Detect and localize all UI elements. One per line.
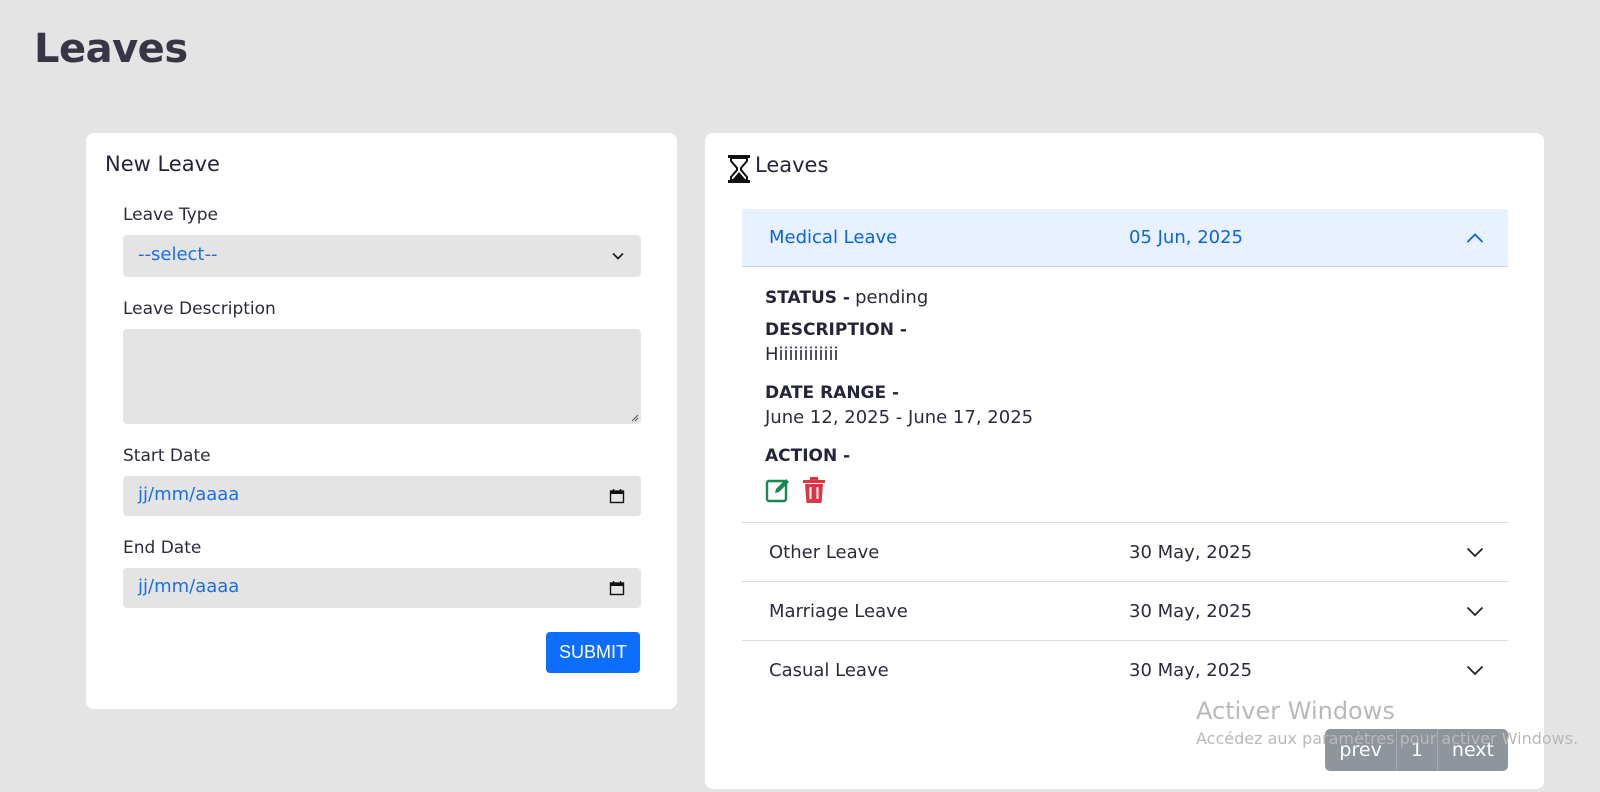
description-value: Hiiiiiiiiiiii [765,344,839,365]
leave-type: Other Leave [769,541,880,563]
new-leave-title: New Leave [105,152,220,176]
new-leave-form: Leave Type --select-- Leave Description … [123,205,641,630]
leaves-accordion: Medical Leave 05 Jun, 2025 STATUS - pend… [742,209,1508,700]
leave-description-textarea[interactable] [123,329,641,424]
chevron-down-icon [612,252,624,260]
leave-date: 30 May, 2025 [1129,660,1253,681]
status-label: STATUS - [765,288,850,308]
action-block: ACTION - [765,446,1485,504]
date-range-block: DATE RANGE - June 12, 2025 - June 17, 20… [765,383,1485,428]
leave-description-label: Leave Description [123,299,276,319]
trash-icon[interactable] [801,476,827,504]
start-date-input[interactable]: jj/mm/aaaa [123,476,641,516]
chevron-down-icon [1466,665,1484,676]
new-leave-card: New Leave Leave Type --select-- Leave De… [86,133,677,709]
leave-type-label: Leave Type [123,205,219,225]
leaves-list-title: Leaves [755,153,829,177]
leave-type: Marriage Leave [769,600,908,622]
accordion-header-casual-leave[interactable]: Casual Leave 30 May, 2025 [742,641,1508,700]
leave-type: Casual Leave [769,660,889,681]
next-page-button[interactable]: next [1438,729,1508,771]
action-buttons [765,476,1485,504]
description-block: DESCRIPTION - Hiiiiiiiiiiii [765,320,1485,365]
accordion-body-medical-leave: STATUS - pending DESCRIPTION - Hiiiiiiii… [742,267,1508,523]
end-date-label: End Date [123,538,202,558]
leave-type-select[interactable]: --select-- [123,235,641,277]
page-number-button[interactable]: 1 [1397,729,1438,771]
hourglass-icon [728,155,750,183]
accordion-header-marriage-leave[interactable]: Marriage Leave 30 May, 2025 [742,582,1508,641]
action-label: ACTION - [765,446,851,466]
calendar-icon[interactable] [609,488,625,504]
leave-date: 30 May, 2025 [1129,600,1253,622]
resize-handle-icon[interactable] [629,412,639,422]
page-title: Leaves [34,26,188,72]
prev-page-button[interactable]: prev [1325,729,1397,771]
submit-button[interactable]: SUBMIT [545,632,640,673]
end-date-input[interactable]: jj/mm/aaaa [123,568,641,608]
date-range-value: June 12, 2025 - June 17, 2025 [765,407,1034,428]
date-range-label: DATE RANGE - [765,383,900,403]
leave-date: 30 May, 2025 [1129,541,1253,563]
calendar-icon[interactable] [609,580,625,596]
chevron-down-icon [1466,606,1484,617]
status-value: pending [855,287,929,308]
leave-type: Medical Leave [769,227,898,248]
leave-date: 05 Jun, 2025 [1129,227,1244,248]
status-row: STATUS - pending [765,287,1485,308]
start-date-value: jj/mm/aaaa [138,484,240,505]
description-label: DESCRIPTION - [765,320,907,340]
start-date-label: Start Date [123,446,211,466]
edit-icon[interactable] [765,476,791,504]
leave-type-value: --select-- [138,244,218,265]
pagination: prev 1 next [1325,729,1508,771]
accordion-header-medical-leave[interactable]: Medical Leave 05 Jun, 2025 [742,209,1508,267]
chevron-down-icon [1466,547,1484,558]
accordion-header-other-leave[interactable]: Other Leave 30 May, 2025 [742,523,1508,582]
leaves-list-card: Leaves Medical Leave 05 Jun, 2025 STATUS… [705,133,1544,789]
end-date-value: jj/mm/aaaa [138,576,240,597]
chevron-up-icon [1466,233,1484,243]
